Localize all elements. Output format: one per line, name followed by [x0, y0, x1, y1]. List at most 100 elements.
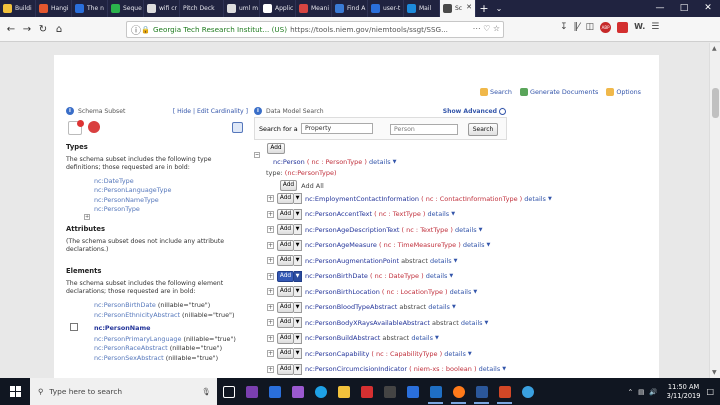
expand-icon[interactable]: +: [267, 334, 274, 342]
taskbar-search-box[interactable]: ⚲ Type here to search 🎙: [30, 378, 217, 405]
home-icon[interactable]: ⌂: [51, 24, 67, 35]
expand-icon[interactable]: +: [267, 226, 274, 233]
app-blue-x-taskbar-icon[interactable]: [263, 378, 286, 405]
add-dropdown-icon[interactable]: ▼: [294, 332, 302, 344]
options-link[interactable]: Options: [606, 88, 641, 96]
details-link[interactable]: details: [461, 319, 483, 327]
url-text[interactable]: https://tools.niem.gov/niemtools/ssgt/SS…: [290, 25, 448, 34]
microphone-icon[interactable]: 🎙: [202, 387, 211, 396]
element-item[interactable]: nc:PersonPrimaryLanguage (nillable="true…: [94, 335, 236, 345]
details-link[interactable]: details: [479, 365, 501, 373]
info-icon[interactable]: ⓘ: [131, 22, 141, 37]
type-item[interactable]: nc:PersonLanguageType: [94, 186, 171, 195]
hide-link[interactable]: Hide: [177, 108, 191, 115]
details-link[interactable]: details: [428, 303, 450, 311]
page-action-icons[interactable]: ⋯ ♡ ☆: [473, 24, 500, 33]
onenote-taskbar-icon[interactable]: [240, 378, 263, 405]
edit-cardinality-link[interactable]: Edit Cardinality: [197, 108, 244, 115]
file-explorer-taskbar-icon[interactable]: [332, 378, 355, 405]
details-link[interactable]: details: [411, 334, 433, 342]
property-type[interactable]: niem-xs : boolean: [414, 365, 472, 373]
skype-taskbar-icon[interactable]: [309, 378, 332, 405]
checklist-icon[interactable]: [68, 120, 84, 135]
add-dropdown-icon[interactable]: ▼: [294, 208, 302, 220]
forward-icon[interactable]: →: [19, 24, 35, 35]
property-name[interactable]: nc:PersonCapability: [305, 350, 369, 358]
add-button[interactable]: Add: [277, 286, 294, 297]
details-dropdown-icon[interactable]: ▼: [473, 289, 477, 295]
expand-icon[interactable]: +: [267, 195, 274, 202]
browser-tab[interactable]: wifi cr: [144, 0, 180, 17]
network-icon[interactable]: ▤: [638, 388, 644, 396]
expand-type-icon[interactable]: +: [84, 214, 90, 220]
firefox-taskbar-icon[interactable]: [447, 378, 470, 405]
add-dropdown-icon[interactable]: ▼: [294, 301, 302, 313]
details-link[interactable]: details: [450, 288, 472, 296]
windows-start-button[interactable]: [0, 378, 30, 405]
element-item[interactable]: nc:PersonName: [94, 324, 236, 334]
expand-icon[interactable]: +: [267, 272, 274, 280]
add-button[interactable]: Add: [277, 224, 294, 235]
add-button[interactable]: Add: [277, 363, 294, 375]
property-name[interactable]: nc:PersonAccentText: [305, 210, 372, 218]
add-dropdown-icon[interactable]: ▼: [294, 239, 302, 251]
details-dropdown-icon[interactable]: ▼: [502, 366, 506, 372]
element-name[interactable]: nc:PersonSexAbstract: [94, 354, 164, 362]
add-button[interactable]: Add: [277, 301, 294, 313]
expand-icon[interactable]: +: [267, 365, 274, 373]
property-name[interactable]: nc:EmploymentContactInformation: [305, 195, 419, 203]
details-dropdown-icon[interactable]: ▼: [486, 242, 490, 248]
app-globe-taskbar-icon[interactable]: [516, 378, 539, 405]
add-dropdown-icon[interactable]: ▼: [294, 193, 302, 204]
store-taskbar-icon[interactable]: [401, 378, 424, 405]
tray-chevron-icon[interactable]: ⌃: [628, 388, 634, 396]
property-name[interactable]: nc:PersonBirthDate: [305, 272, 368, 280]
settings-icon[interactable]: [232, 122, 243, 133]
search-link[interactable]: Search: [480, 88, 512, 96]
details-dropdown-icon[interactable]: ▼: [454, 258, 458, 264]
scrollbar-thumb[interactable]: [712, 88, 719, 118]
add-dropdown-icon[interactable]: ▼: [294, 317, 302, 328]
details-link[interactable]: details: [426, 272, 448, 280]
property-type[interactable]: nc : TextType: [379, 210, 421, 218]
downloads-icon[interactable]: ↧: [560, 22, 568, 33]
add-button[interactable]: Add: [277, 270, 294, 282]
maximize-button[interactable]: □: [672, 0, 696, 17]
property-name[interactable]: nc:PersonBloodTypeAbstract: [305, 303, 397, 311]
close-window-button[interactable]: ✕: [696, 0, 720, 17]
sidebar-icon[interactable]: ◫: [586, 22, 595, 33]
property-type[interactable]: nc : CapabilityType: [376, 350, 438, 358]
type-item[interactable]: nc:PersonType: [94, 205, 171, 214]
add-dropdown-icon[interactable]: ▼: [294, 348, 302, 359]
expand-icon[interactable]: +: [267, 288, 274, 295]
browser-tab[interactable]: uml m: [224, 0, 260, 17]
add-button[interactable]: Add: [277, 255, 294, 266]
show-advanced-link[interactable]: Show Advanced: [443, 108, 497, 115]
element-name[interactable]: nc:PersonEthnicityAbstract: [94, 311, 180, 319]
element-checkbox[interactable]: [70, 323, 78, 331]
property-type[interactable]: nc : DateType: [375, 272, 419, 280]
notifications-icon[interactable]: □: [706, 387, 714, 396]
add-button[interactable]: Add: [277, 348, 294, 359]
details-dropdown-icon[interactable]: ▼: [451, 211, 455, 217]
details-link[interactable]: details: [524, 195, 546, 203]
property-name[interactable]: nc:PersonAgeDescriptionText: [305, 226, 399, 234]
element-item[interactable]: nc:PersonRaceAbstract (nillable="true"): [94, 344, 236, 354]
property-type[interactable]: nc : TimeMeasureType: [384, 241, 456, 249]
add-button[interactable]: Add: [277, 239, 294, 251]
property-name[interactable]: nc:PersonAgeMeasure: [305, 241, 377, 249]
type-value[interactable]: (nc:PersonType): [285, 169, 337, 177]
tab-list-chevron-icon[interactable]: ⌄: [492, 0, 506, 17]
site-identity[interactable]: Georgia Tech Research Institut... (US): [153, 25, 287, 34]
expand-icon[interactable]: +: [267, 210, 274, 218]
property-type[interactable]: nc : LocationType: [387, 288, 443, 296]
browser-tab[interactable]: Applic: [260, 0, 296, 17]
property-name[interactable]: nc:PersonBodyXRaysAvailableAbstract: [305, 319, 430, 327]
type-item[interactable]: nc:PersonNameType: [94, 196, 171, 205]
extension-w-icon[interactable]: W.: [634, 22, 645, 33]
add-root-button[interactable]: Add: [267, 143, 285, 154]
browser-tab[interactable]: user-t: [368, 0, 404, 17]
generate-documents-link[interactable]: Generate Documents: [520, 88, 598, 96]
details-link[interactable]: details: [369, 158, 391, 166]
browser-tab[interactable]: Sc ✕: [440, 0, 476, 17]
